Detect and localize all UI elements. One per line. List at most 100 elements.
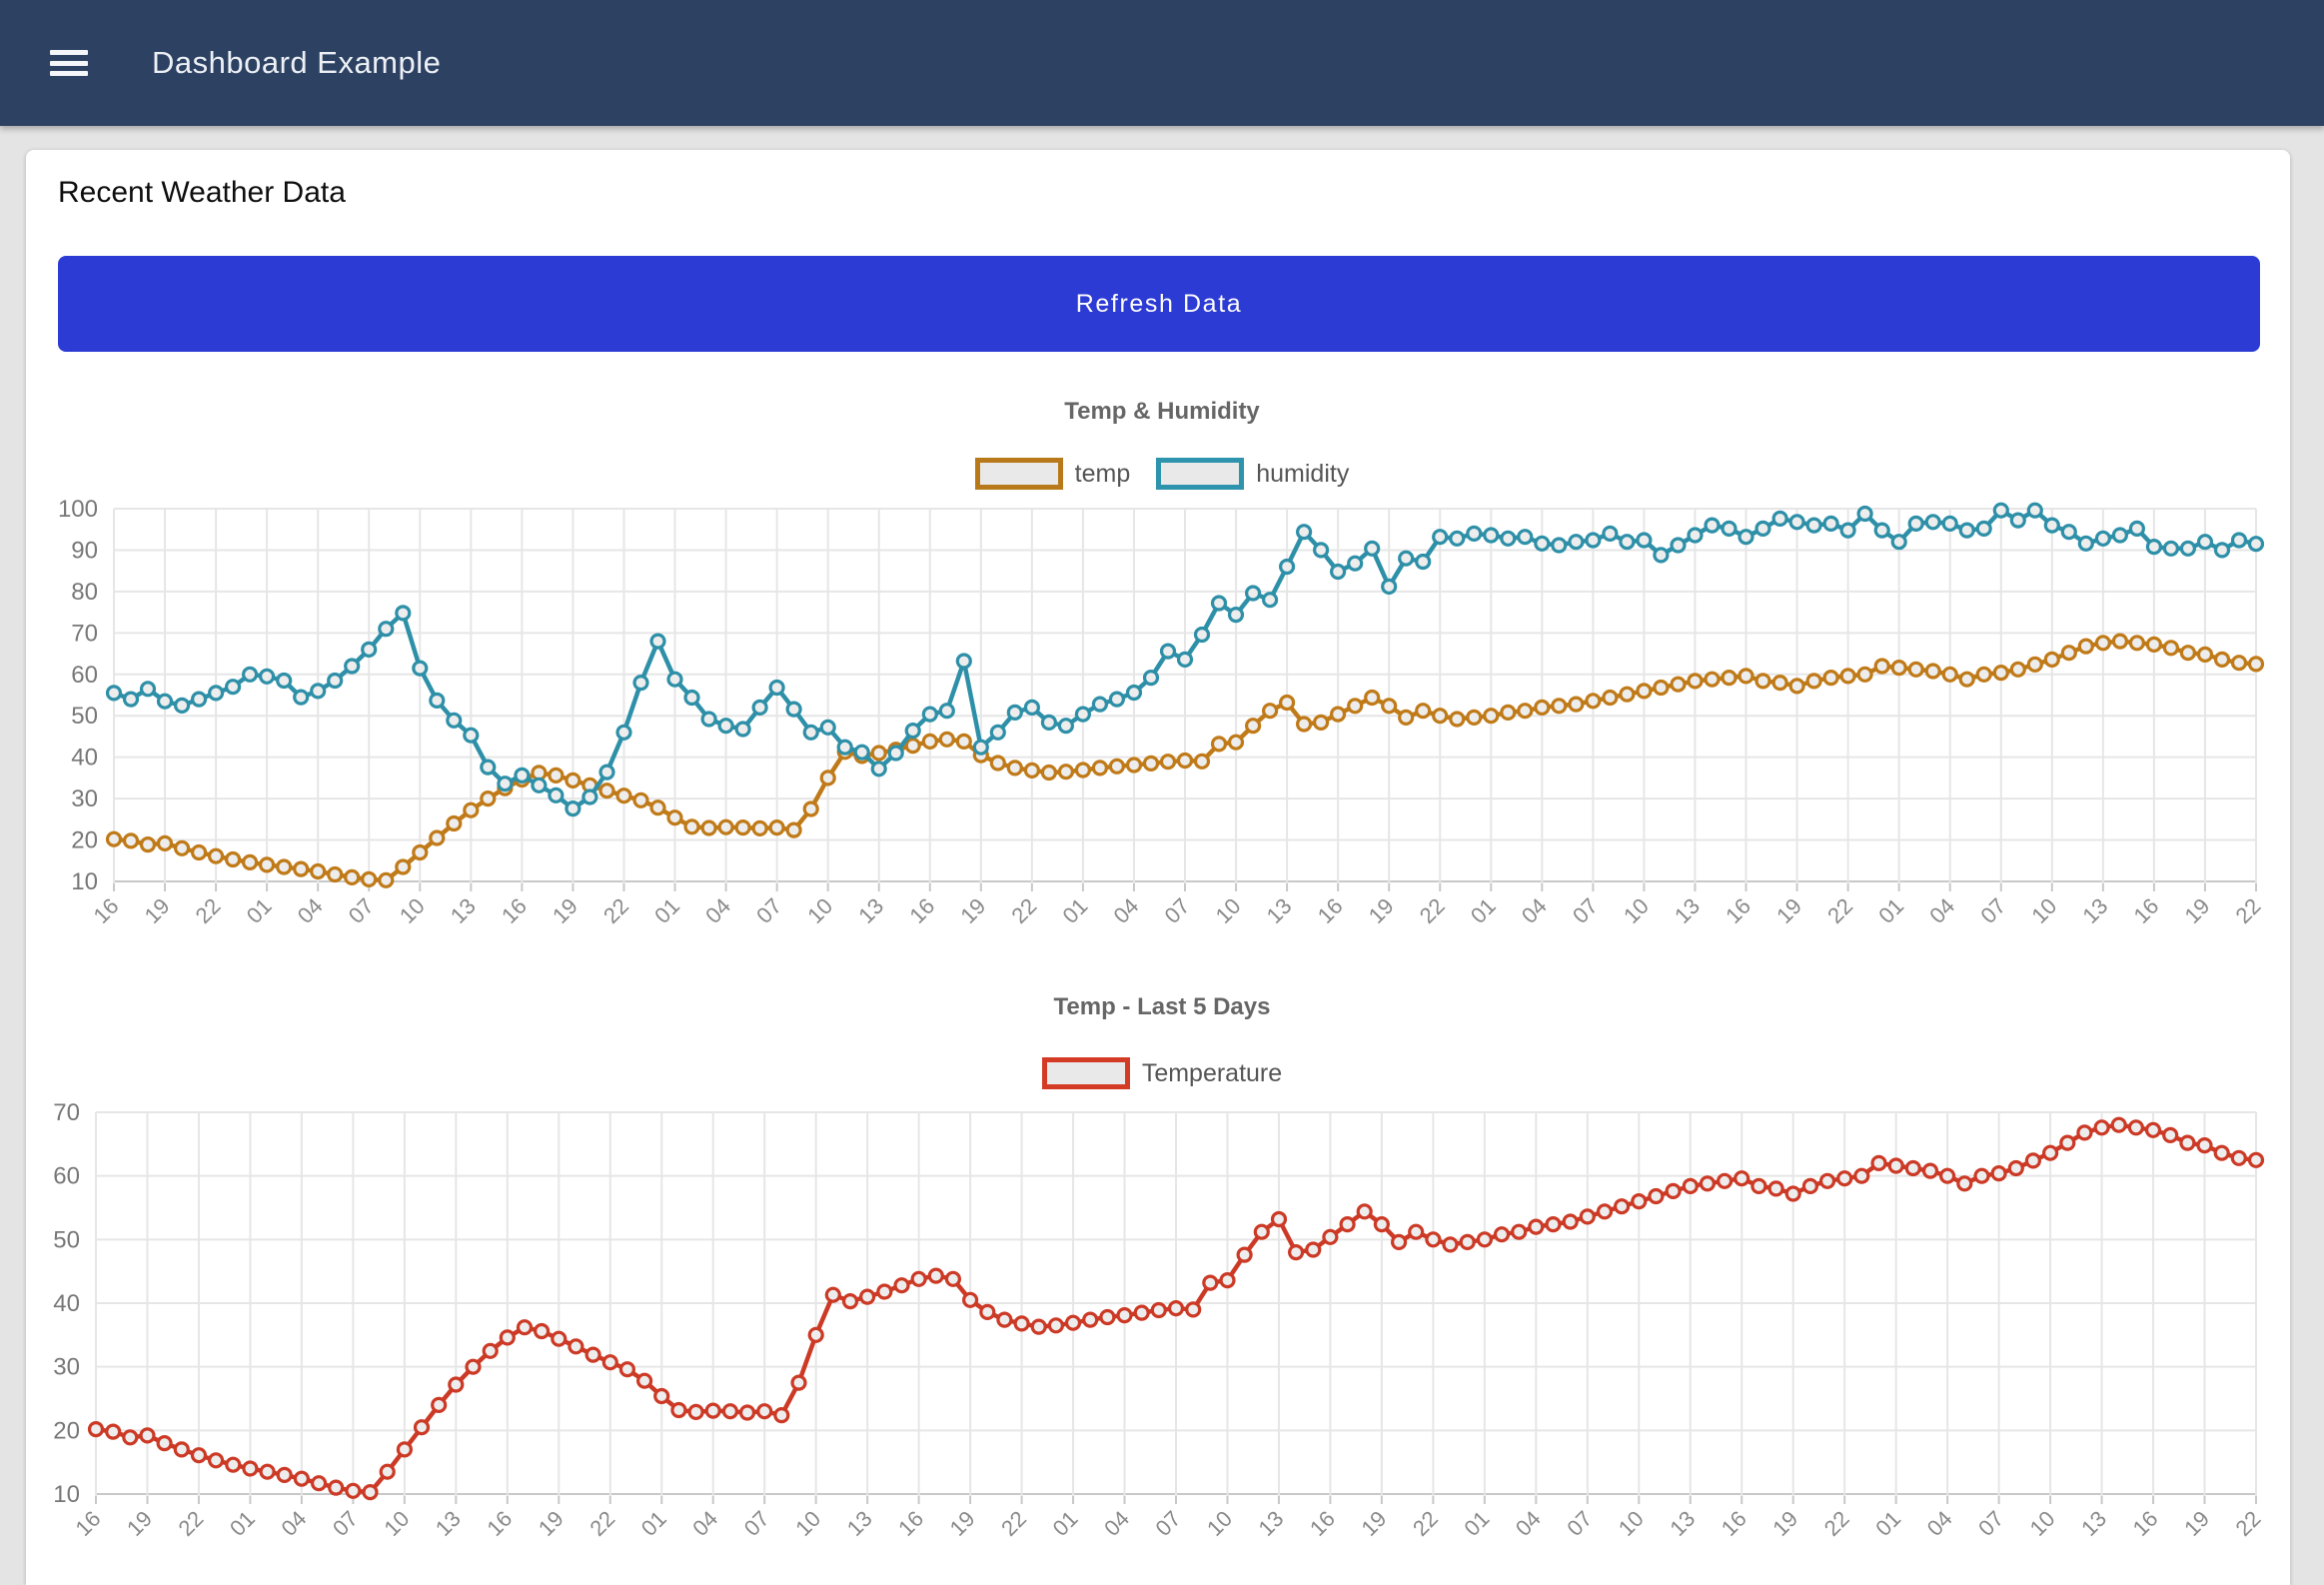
legend-item-temperature[interactable]: Temperature — [1042, 1057, 1282, 1089]
svg-text:13: 13 — [1665, 1506, 1700, 1541]
page-title: Recent Weather Data — [58, 176, 346, 210]
svg-text:10: 10 — [1202, 1506, 1237, 1541]
temperature-swatch — [1042, 1057, 1130, 1089]
svg-text:16: 16 — [71, 1506, 106, 1541]
svg-text:16: 16 — [1721, 893, 1755, 928]
svg-text:10: 10 — [53, 1481, 80, 1508]
svg-text:80: 80 — [71, 579, 98, 606]
svg-text:22: 22 — [173, 1506, 208, 1541]
svg-text:13: 13 — [2076, 1506, 2111, 1541]
svg-text:13: 13 — [1670, 893, 1705, 928]
svg-text:16: 16 — [893, 1506, 928, 1541]
temperature-chart[interactable]: 7060504030201016192201040710131619220104… — [0, 1079, 2324, 1585]
svg-text:07: 07 — [751, 893, 786, 928]
svg-text:13: 13 — [431, 1506, 466, 1541]
svg-text:16: 16 — [1313, 893, 1348, 928]
svg-text:22: 22 — [598, 893, 633, 928]
legend-label: temp — [1075, 460, 1131, 489]
svg-text:90: 90 — [71, 537, 98, 564]
svg-text:04: 04 — [687, 1506, 722, 1541]
svg-text:16: 16 — [89, 893, 124, 928]
svg-text:22: 22 — [191, 893, 226, 928]
svg-text:07: 07 — [344, 893, 379, 928]
svg-text:04: 04 — [1099, 1506, 1134, 1541]
svg-text:100: 100 — [58, 496, 98, 523]
svg-text:10: 10 — [790, 1506, 825, 1541]
svg-text:60: 60 — [71, 662, 98, 689]
chart1-legend: temp humidity — [0, 458, 2324, 490]
svg-text:01: 01 — [1466, 893, 1501, 928]
svg-text:07: 07 — [1973, 1506, 2008, 1541]
menu-icon[interactable] — [50, 50, 88, 76]
app-title: Dashboard Example — [152, 45, 441, 81]
svg-text:22: 22 — [1006, 893, 1041, 928]
svg-text:10: 10 — [1619, 893, 1654, 928]
svg-text:01: 01 — [225, 1506, 260, 1541]
svg-text:13: 13 — [446, 893, 481, 928]
svg-text:19: 19 — [122, 1506, 157, 1541]
svg-text:22: 22 — [1819, 1506, 1854, 1541]
svg-text:16: 16 — [1717, 1506, 1751, 1541]
svg-text:04: 04 — [1924, 893, 1959, 928]
svg-text:40: 40 — [53, 1290, 80, 1317]
svg-text:13: 13 — [1262, 893, 1297, 928]
svg-text:04: 04 — [1922, 1506, 1957, 1541]
svg-text:16: 16 — [1305, 1506, 1340, 1541]
svg-text:10: 10 — [395, 893, 430, 928]
svg-text:19: 19 — [2179, 1506, 2214, 1541]
legend-item-humidity[interactable]: humidity — [1156, 458, 1349, 490]
svg-text:60: 60 — [53, 1163, 80, 1190]
svg-text:10: 10 — [802, 893, 837, 928]
svg-text:13: 13 — [1253, 1506, 1288, 1541]
svg-text:01: 01 — [1870, 1506, 1905, 1541]
svg-text:07: 07 — [739, 1506, 774, 1541]
svg-text:19: 19 — [945, 1506, 980, 1541]
svg-text:19: 19 — [534, 1506, 569, 1541]
svg-text:04: 04 — [1517, 893, 1552, 928]
svg-text:19: 19 — [1364, 893, 1399, 928]
svg-text:07: 07 — [328, 1506, 363, 1541]
svg-text:04: 04 — [276, 1506, 311, 1541]
svg-text:07: 07 — [1568, 893, 1603, 928]
temp-humidity-chart[interactable]: 1009080706050403020101619220104071013161… — [0, 480, 2324, 949]
svg-text:04: 04 — [700, 893, 735, 928]
svg-text:30: 30 — [53, 1354, 80, 1381]
svg-text:07: 07 — [1160, 893, 1195, 928]
svg-text:20: 20 — [71, 827, 98, 854]
svg-text:22: 22 — [1822, 893, 1857, 928]
svg-text:10: 10 — [1614, 1506, 1649, 1541]
svg-text:01: 01 — [1459, 1506, 1494, 1541]
svg-text:70: 70 — [53, 1099, 80, 1126]
svg-text:19: 19 — [140, 893, 175, 928]
svg-text:19: 19 — [2179, 893, 2214, 928]
svg-text:10: 10 — [1211, 893, 1246, 928]
chart1-title: Temp & Humidity — [0, 398, 2324, 426]
svg-text:22: 22 — [2231, 893, 2266, 928]
svg-text:22: 22 — [1408, 1506, 1443, 1541]
svg-text:19: 19 — [1356, 1506, 1391, 1541]
svg-text:01: 01 — [649, 893, 684, 928]
svg-text:01: 01 — [1048, 1506, 1083, 1541]
chart2-title: Temp - Last 5 Days — [0, 993, 2324, 1021]
legend-label: Temperature — [1142, 1059, 1282, 1088]
svg-text:22: 22 — [2231, 1506, 2266, 1541]
svg-text:30: 30 — [71, 786, 98, 812]
svg-text:10: 10 — [2026, 893, 2061, 928]
svg-text:10: 10 — [2025, 1506, 2060, 1541]
svg-text:07: 07 — [1562, 1506, 1597, 1541]
svg-text:01: 01 — [1057, 893, 1092, 928]
svg-text:13: 13 — [2077, 893, 2112, 928]
svg-text:10: 10 — [379, 1506, 414, 1541]
svg-text:07: 07 — [1975, 893, 2010, 928]
svg-text:07: 07 — [1151, 1506, 1186, 1541]
svg-text:16: 16 — [2128, 1506, 2163, 1541]
legend-item-temp[interactable]: temp — [975, 458, 1131, 490]
svg-text:01: 01 — [1873, 893, 1908, 928]
svg-text:01: 01 — [636, 1506, 671, 1541]
svg-text:40: 40 — [71, 745, 98, 772]
refresh-data-button[interactable]: Refresh Data — [58, 256, 2260, 352]
svg-text:04: 04 — [1511, 1506, 1546, 1541]
svg-text:19: 19 — [1771, 893, 1806, 928]
legend-label: humidity — [1256, 460, 1349, 489]
svg-text:19: 19 — [955, 893, 990, 928]
